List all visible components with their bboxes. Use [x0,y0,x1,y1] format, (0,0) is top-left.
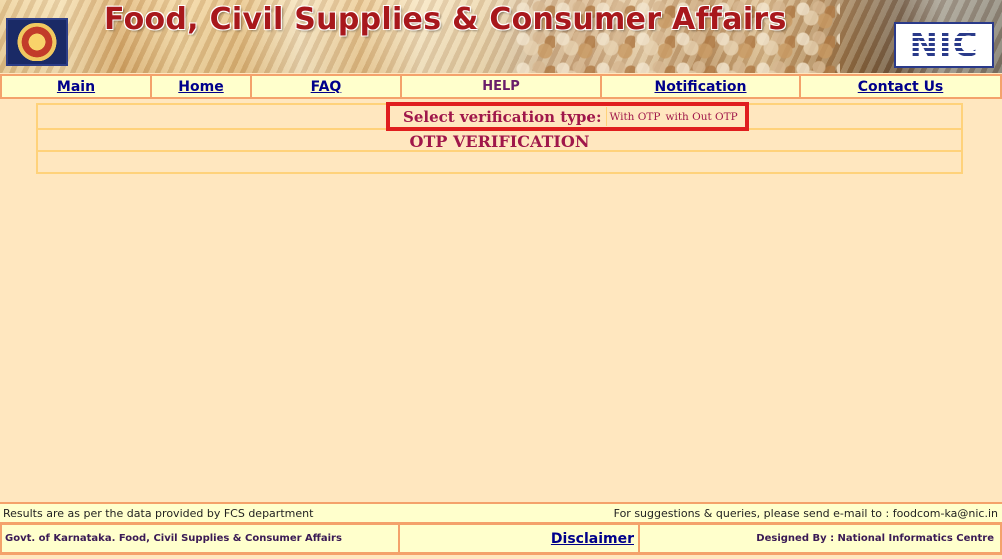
nav-link-home[interactable]: Home [178,79,223,95]
top-nav: Main Home FAQ HELP Notification Contact … [0,74,1002,99]
nav-cell-faq: FAQ [252,76,400,97]
otp-verification-title: OTP VERIFICATION [409,131,590,151]
option-without-otp[interactable]: with Out OTP [665,111,737,123]
footer-info-bar: Results are as per the data provided by … [0,502,1002,522]
nav-cell-contact: Contact Us [801,76,1000,97]
header-banner: Food, Civil Supplies & Consumer Affairs … [0,0,1002,73]
nav-cell-help: HELP [402,76,600,97]
nav-link-faq[interactable]: FAQ [311,79,342,95]
govt-credit: Govt. of Karnataka. Food, Civil Supplies… [2,525,398,552]
designed-by-credit: Designed By : National Informatics Centr… [640,525,1000,552]
empty-content-row [38,152,961,172]
section-title-row: OTP VERIFICATION [38,130,961,152]
contact-email-note: For suggestions & queries, please send e… [613,506,998,520]
nav-help-label: HELP [482,79,520,94]
verification-type-options: With OTP with Out OTP [605,107,746,126]
nic-logo: NIC [894,22,994,68]
nav-link-main[interactable]: Main [57,79,95,95]
nav-cell-home: Home [152,76,250,97]
option-with-otp[interactable]: With OTP [610,111,661,123]
disclaimer-cell: Disclaimer [400,525,638,552]
nav-cell-notification: Notification [602,76,799,97]
footer-bottom-bar: Govt. of Karnataka. Food, Civil Supplies… [0,522,1002,555]
verification-type-row: Select verification type: With OTP with … [38,102,961,131]
emblem-seal [17,23,57,61]
nav-cell-main: Main [2,76,150,97]
data-source-note: Results are as per the data provided by … [3,506,314,520]
verification-type-label: Select verification type: [403,107,602,126]
verification-type-highlight: Select verification type: With OTP with … [386,102,749,131]
verification-table: Select verification type: With OTP with … [36,102,963,174]
disclaimer-link[interactable]: Disclaimer [551,531,634,547]
nic-logo-text: NIC [909,25,979,65]
karnataka-emblem-icon [6,18,68,66]
nav-link-contact-us[interactable]: Contact Us [858,79,944,95]
nav-link-notification[interactable]: Notification [654,79,746,95]
site-title: Food, Civil Supplies & Consumer Affairs [104,2,787,37]
